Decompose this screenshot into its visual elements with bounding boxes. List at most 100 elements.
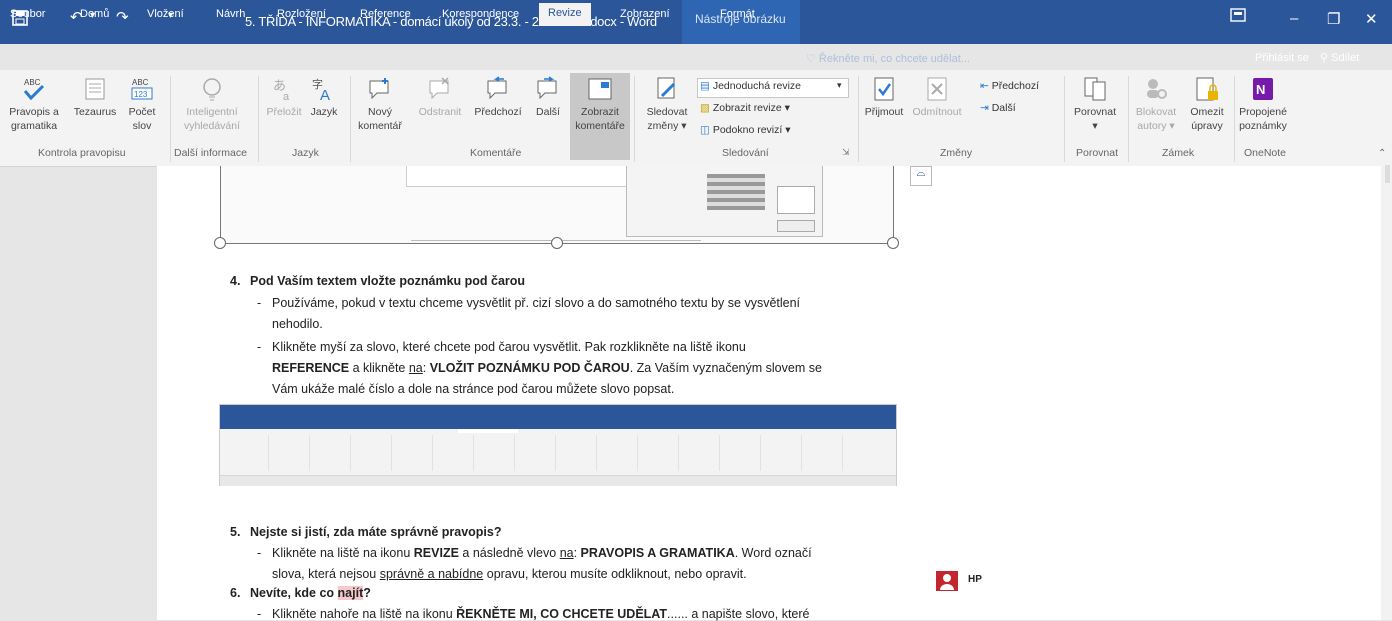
item4-bullet2-line2: REFERENCE a klikněte na: VLOŽIT POZNÁMKU… xyxy=(272,361,822,375)
comment-author-icon xyxy=(936,571,958,591)
comment-indicator[interactable] xyxy=(935,570,963,597)
ribbon-display-options-icon[interactable] xyxy=(1230,8,1246,26)
restrict-editing-button[interactable]: Omezit úpravy xyxy=(1184,76,1230,133)
accept-button[interactable]: Přijmout xyxy=(860,76,908,119)
tab-review[interactable]: Revize xyxy=(539,3,591,26)
group-separator xyxy=(1128,76,1129,162)
group-separator xyxy=(1064,76,1065,162)
item4-bullet2-line1: Klikněte myší za slovo, které chcete pod… xyxy=(272,340,746,354)
resize-handle[interactable] xyxy=(214,237,226,249)
thesaurus-button[interactable]: Tezaurus xyxy=(66,76,124,119)
embedded-image-references[interactable] xyxy=(219,404,897,486)
delete-comment-button[interactable]: Odstranit xyxy=(412,76,468,119)
group-separator xyxy=(350,76,351,162)
spelling-check-icon: ABC xyxy=(23,78,45,101)
show-comments-icon xyxy=(588,78,612,100)
group-language-label: Jazyk xyxy=(292,147,319,159)
tab-mailings[interactable]: Korespondence xyxy=(442,8,519,20)
show-markup-button[interactable]: ▧ Zobrazit revize ▾ xyxy=(700,102,790,114)
item4-bullet1-line1: Používáme, pokud v textu chceme vysvětli… xyxy=(272,296,801,310)
previous-comment-button[interactable]: Předchozí xyxy=(468,76,528,119)
item4-bullet2-line3: Vám ukáže malé číslo a dole na stránce p… xyxy=(272,382,675,396)
close-button[interactable]: ✕ xyxy=(1365,10,1378,28)
language-button[interactable]: 字A Jazyk xyxy=(304,76,344,119)
minimize-button[interactable]: – xyxy=(1290,10,1298,27)
list-number: 4. xyxy=(230,274,241,288)
commented-text-highlight[interactable]: najít xyxy=(337,586,364,600)
word-count-icon: ABC 123 xyxy=(131,78,153,100)
redo-icon[interactable]: ↷ xyxy=(116,8,129,26)
image-content-dialog xyxy=(626,166,823,237)
compare-button[interactable]: Porovnat ▾ xyxy=(1066,76,1124,133)
reject-button[interactable]: Odmítnout xyxy=(908,76,966,119)
tab-design[interactable]: Návrh xyxy=(216,8,245,20)
reviewing-pane-icon: ◫ xyxy=(700,124,713,136)
reviewing-pane-button[interactable]: ◫ Podokno revizí ▾ xyxy=(700,124,791,136)
word-count-button[interactable]: ABC 123 Počet slov xyxy=(122,76,162,133)
layout-options-icon[interactable]: ⌓ xyxy=(910,166,932,186)
previous-change-button[interactable]: ⇤ Předchozí xyxy=(980,80,1039,92)
bullet-dash: - xyxy=(257,340,262,354)
tab-format[interactable]: Formát xyxy=(720,8,755,20)
language-icon: 字A xyxy=(312,77,330,102)
svg-text:ABC: ABC xyxy=(132,78,149,87)
next-change-button[interactable]: ⇥ Další xyxy=(980,102,1016,114)
embedded-image-selected[interactable] xyxy=(220,166,894,244)
spelling-grammar-button[interactable]: ABC Pravopis a gramatika xyxy=(2,76,66,133)
share-label: Sdílet xyxy=(1331,52,1360,64)
tab-insert[interactable]: Vložení xyxy=(147,8,184,20)
block-authors-button[interactable]: Blokovat autory ▾ xyxy=(1130,76,1182,133)
tab-view[interactable]: Zobrazení xyxy=(620,8,670,20)
next-comment-button[interactable]: Další xyxy=(528,76,568,119)
chevron-down-icon: ▾ xyxy=(837,80,842,90)
previous-comment-icon xyxy=(487,76,507,100)
new-comment-button[interactable]: Nový komentář xyxy=(352,76,408,133)
translate-icon: あa xyxy=(273,79,290,102)
group-insights-label: Další informace xyxy=(174,147,247,159)
smart-lookup-button[interactable]: Inteligentní vyhledávání xyxy=(176,76,248,133)
next-change-icon: ⇥ xyxy=(980,102,992,114)
tell-me-search[interactable]: ♡ Řekněte mi, co chcete udělat... xyxy=(806,52,970,65)
chevron-down-icon: ▾ xyxy=(781,102,790,114)
vertical-scrollbar[interactable] xyxy=(1381,166,1392,620)
resize-handle[interactable] xyxy=(887,237,899,249)
sign-in-link[interactable]: Přihlásit se xyxy=(1255,52,1309,64)
show-comments-button[interactable]: Zobrazit komentáře xyxy=(570,73,630,160)
group-onenote-label: OneNote xyxy=(1244,147,1287,159)
reject-icon xyxy=(927,77,947,101)
resize-handle[interactable] xyxy=(551,237,563,249)
track-changes-icon xyxy=(657,77,676,99)
comments-pane xyxy=(927,166,1392,620)
tab-layout[interactable]: Rozložení xyxy=(277,8,326,20)
new-comment-icon xyxy=(369,78,389,100)
item6-heading: Nevíte, kde co najít? xyxy=(250,586,371,600)
group-tracking-label: Sledování xyxy=(722,147,769,159)
simple-markup-option[interactable]: ▤ Jednoduchá revize xyxy=(700,80,801,92)
scroll-up-icon[interactable] xyxy=(1385,165,1390,183)
translate-button[interactable]: あa Přeložit xyxy=(262,76,306,119)
track-changes-button[interactable]: Sledovat změny ▾ xyxy=(638,76,696,133)
chevron-down-icon: ▾ xyxy=(678,120,687,132)
tab-references[interactable]: Reference xyxy=(360,8,411,20)
collapse-ribbon-icon[interactable]: ⌃ xyxy=(1378,148,1386,159)
group-separator xyxy=(858,76,859,162)
svg-text:ABC: ABC xyxy=(24,78,41,87)
group-changes-label: Změny xyxy=(940,147,973,159)
bullet-dash: - xyxy=(257,607,262,621)
restore-button[interactable]: ❐ xyxy=(1327,10,1340,28)
share-button[interactable]: ⚲ Sdílet xyxy=(1320,51,1359,64)
tab-file[interactable]: Soubor xyxy=(10,8,45,20)
linked-notes-button[interactable]: N Propojené poznámky xyxy=(1236,76,1290,133)
tab-home[interactable]: Domů xyxy=(80,8,109,20)
dialog-launcher-icon[interactable]: ⇲ xyxy=(842,147,850,158)
list-number: 5. xyxy=(230,525,241,539)
item4-heading: Pod Vaším textem vložte poznámku pod čar… xyxy=(250,274,526,288)
comment-author: HP xyxy=(968,574,982,585)
item4-bullet1-line2: nehodilo. xyxy=(272,317,323,331)
block-authors-icon xyxy=(1147,79,1167,99)
chevron-down-icon: ▾ xyxy=(1166,120,1175,132)
item5-heading: Nejste si jistí, zda máte správně pravop… xyxy=(250,525,502,539)
ribbon-tabs xyxy=(0,44,1392,70)
bullet-dash: - xyxy=(257,296,262,310)
lightbulb-icon: ♡ xyxy=(806,53,819,65)
